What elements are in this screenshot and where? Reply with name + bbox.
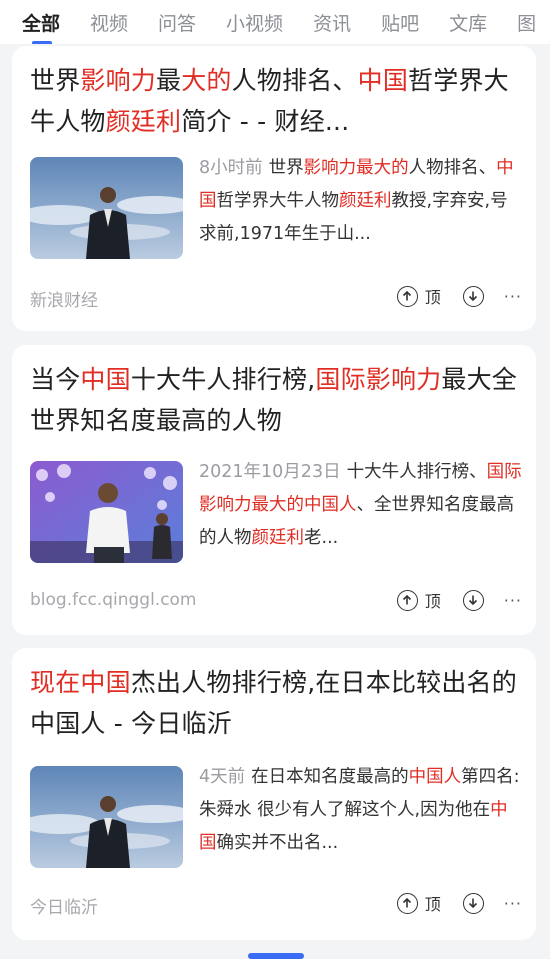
text-segment: 世界	[30, 66, 81, 95]
arrow-down-circle-icon	[462, 285, 484, 307]
text-segment: 在日本知名度最高的	[251, 767, 409, 787]
highlighted-keyword: 颜廷利	[339, 191, 392, 211]
result-source[interactable]: 新浪财经	[30, 286, 98, 311]
result-time: 4天前	[199, 767, 246, 787]
result-time: 8小时前	[199, 158, 263, 178]
upvote-label: 顶	[424, 288, 441, 307]
tab-qa[interactable]: 问答	[158, 9, 196, 36]
highlighted-keyword: 颜廷利	[251, 528, 305, 548]
downvote-button[interactable]	[462, 589, 484, 611]
result-title[interactable]: 世界影响力最大的人物排名、中国哲学界大牛人物颜廷利简介 - - 财经...	[30, 60, 520, 142]
text-segment: 十大牛人排行榜、	[346, 462, 487, 482]
more-dots-icon[interactable]: ···	[504, 894, 522, 913]
highlighted-keyword: 国际影响力	[315, 365, 442, 394]
text-segment: 简介 - - 财经...	[181, 107, 350, 136]
result-title[interactable]: 当今中国十大牛人排行榜,国际影响力最大全世界知名度最高的人物	[30, 359, 520, 441]
result-card[interactable]: 现在中国杰出人物排行榜,在日本比较出名的中国人 - 今日临沂 4天前 在日本知名度…	[12, 648, 536, 940]
arrow-down-circle-icon	[462, 589, 484, 611]
tab-image[interactable]: 图	[517, 9, 536, 36]
text-segment: 世界	[268, 158, 304, 178]
result-card[interactable]: 世界影响力最大的人物排名、中国哲学界大牛人物颜廷利简介 - - 财经... 8小…	[12, 46, 536, 331]
downvote-button[interactable]	[462, 892, 484, 914]
result-source[interactable]: 今日临沂	[30, 893, 98, 918]
text-segment: 人物排名、	[408, 158, 497, 178]
text-segment: 人物排名、	[231, 66, 358, 95]
tab-wenku[interactable]: 文库	[449, 9, 487, 36]
highlighted-keyword: 中国	[357, 66, 409, 95]
text-segment: 十大牛人排行榜,	[130, 365, 316, 394]
text-segment: 最	[156, 66, 182, 95]
home-indicator	[248, 953, 304, 959]
highlighted-keyword: 中国	[80, 365, 131, 394]
tab-short-video[interactable]: 小视频	[226, 9, 283, 36]
text-segment: 当今	[30, 365, 81, 394]
tab-video[interactable]: 视频	[90, 9, 128, 36]
result-thumbnail[interactable]	[30, 461, 183, 563]
upvote-button[interactable]: 顶	[396, 891, 463, 915]
highlighted-keyword: 影响力	[80, 66, 157, 95]
result-snippet: 8小时前 世界影响力最大的人物排名、中国哲学界大牛人物颜廷利教授,字弃安,号求前,…	[199, 152, 524, 251]
more-dots-icon[interactable]: ···	[504, 287, 522, 306]
text-segment: 老...	[304, 528, 339, 548]
result-thumbnail[interactable]	[30, 766, 183, 868]
arrow-down-circle-icon	[462, 892, 484, 914]
text-segment: 确实并不出名...	[216, 833, 339, 853]
arrow-up-circle-icon	[396, 589, 418, 611]
result-actions: 顶 ···	[396, 588, 522, 612]
arrow-up-circle-icon	[396, 892, 418, 914]
upvote-label: 顶	[424, 895, 441, 914]
result-snippet: 2021年10月23日 十大牛人排行榜、国际影响力最大的中国人、全世界知名度最高的…	[199, 456, 524, 555]
result-snippet: 4天前 在日本知名度最高的中国人第四名:朱舜水 很少有人了解这个人,因为他在中国确…	[199, 761, 524, 860]
downvote-button[interactable]	[462, 285, 484, 307]
highlighted-keyword: 现在中国	[30, 668, 131, 697]
result-actions: 顶 ···	[396, 891, 522, 915]
tab-tieba[interactable]: 贴吧	[381, 9, 419, 36]
result-source[interactable]: blog.fcc.qinggl.com	[30, 590, 197, 610]
result-actions: 顶 ···	[396, 284, 522, 308]
upvote-label: 顶	[424, 592, 441, 611]
highlighted-keyword: 颜廷利	[105, 107, 182, 136]
text-segment: 哲学界大牛人物	[216, 191, 340, 211]
arrow-up-circle-icon	[396, 285, 418, 307]
category-tab-bar: 全部 视频 问答 小视频 资讯 贴吧 文库 图	[0, 0, 550, 44]
upvote-button[interactable]: 顶	[396, 588, 463, 612]
highlighted-keyword: 影响力最大的	[303, 158, 409, 178]
highlighted-keyword: 中国人	[408, 767, 462, 787]
result-title[interactable]: 现在中国杰出人物排行榜,在日本比较出名的中国人 - 今日临沂	[30, 662, 520, 744]
tab-news[interactable]: 资讯	[313, 9, 351, 36]
result-time: 2021年10月23日	[199, 462, 341, 482]
tab-all[interactable]: 全部	[22, 9, 60, 44]
more-dots-icon[interactable]: ···	[504, 591, 522, 610]
active-tab-indicator	[32, 40, 52, 44]
result-thumbnail[interactable]	[30, 157, 183, 259]
highlighted-keyword: 大的	[181, 66, 232, 95]
upvote-button[interactable]: 顶	[396, 284, 463, 308]
result-card[interactable]: 当今中国十大牛人排行榜,国际影响力最大全世界知名度最高的人物 2021年10月2…	[12, 345, 536, 635]
